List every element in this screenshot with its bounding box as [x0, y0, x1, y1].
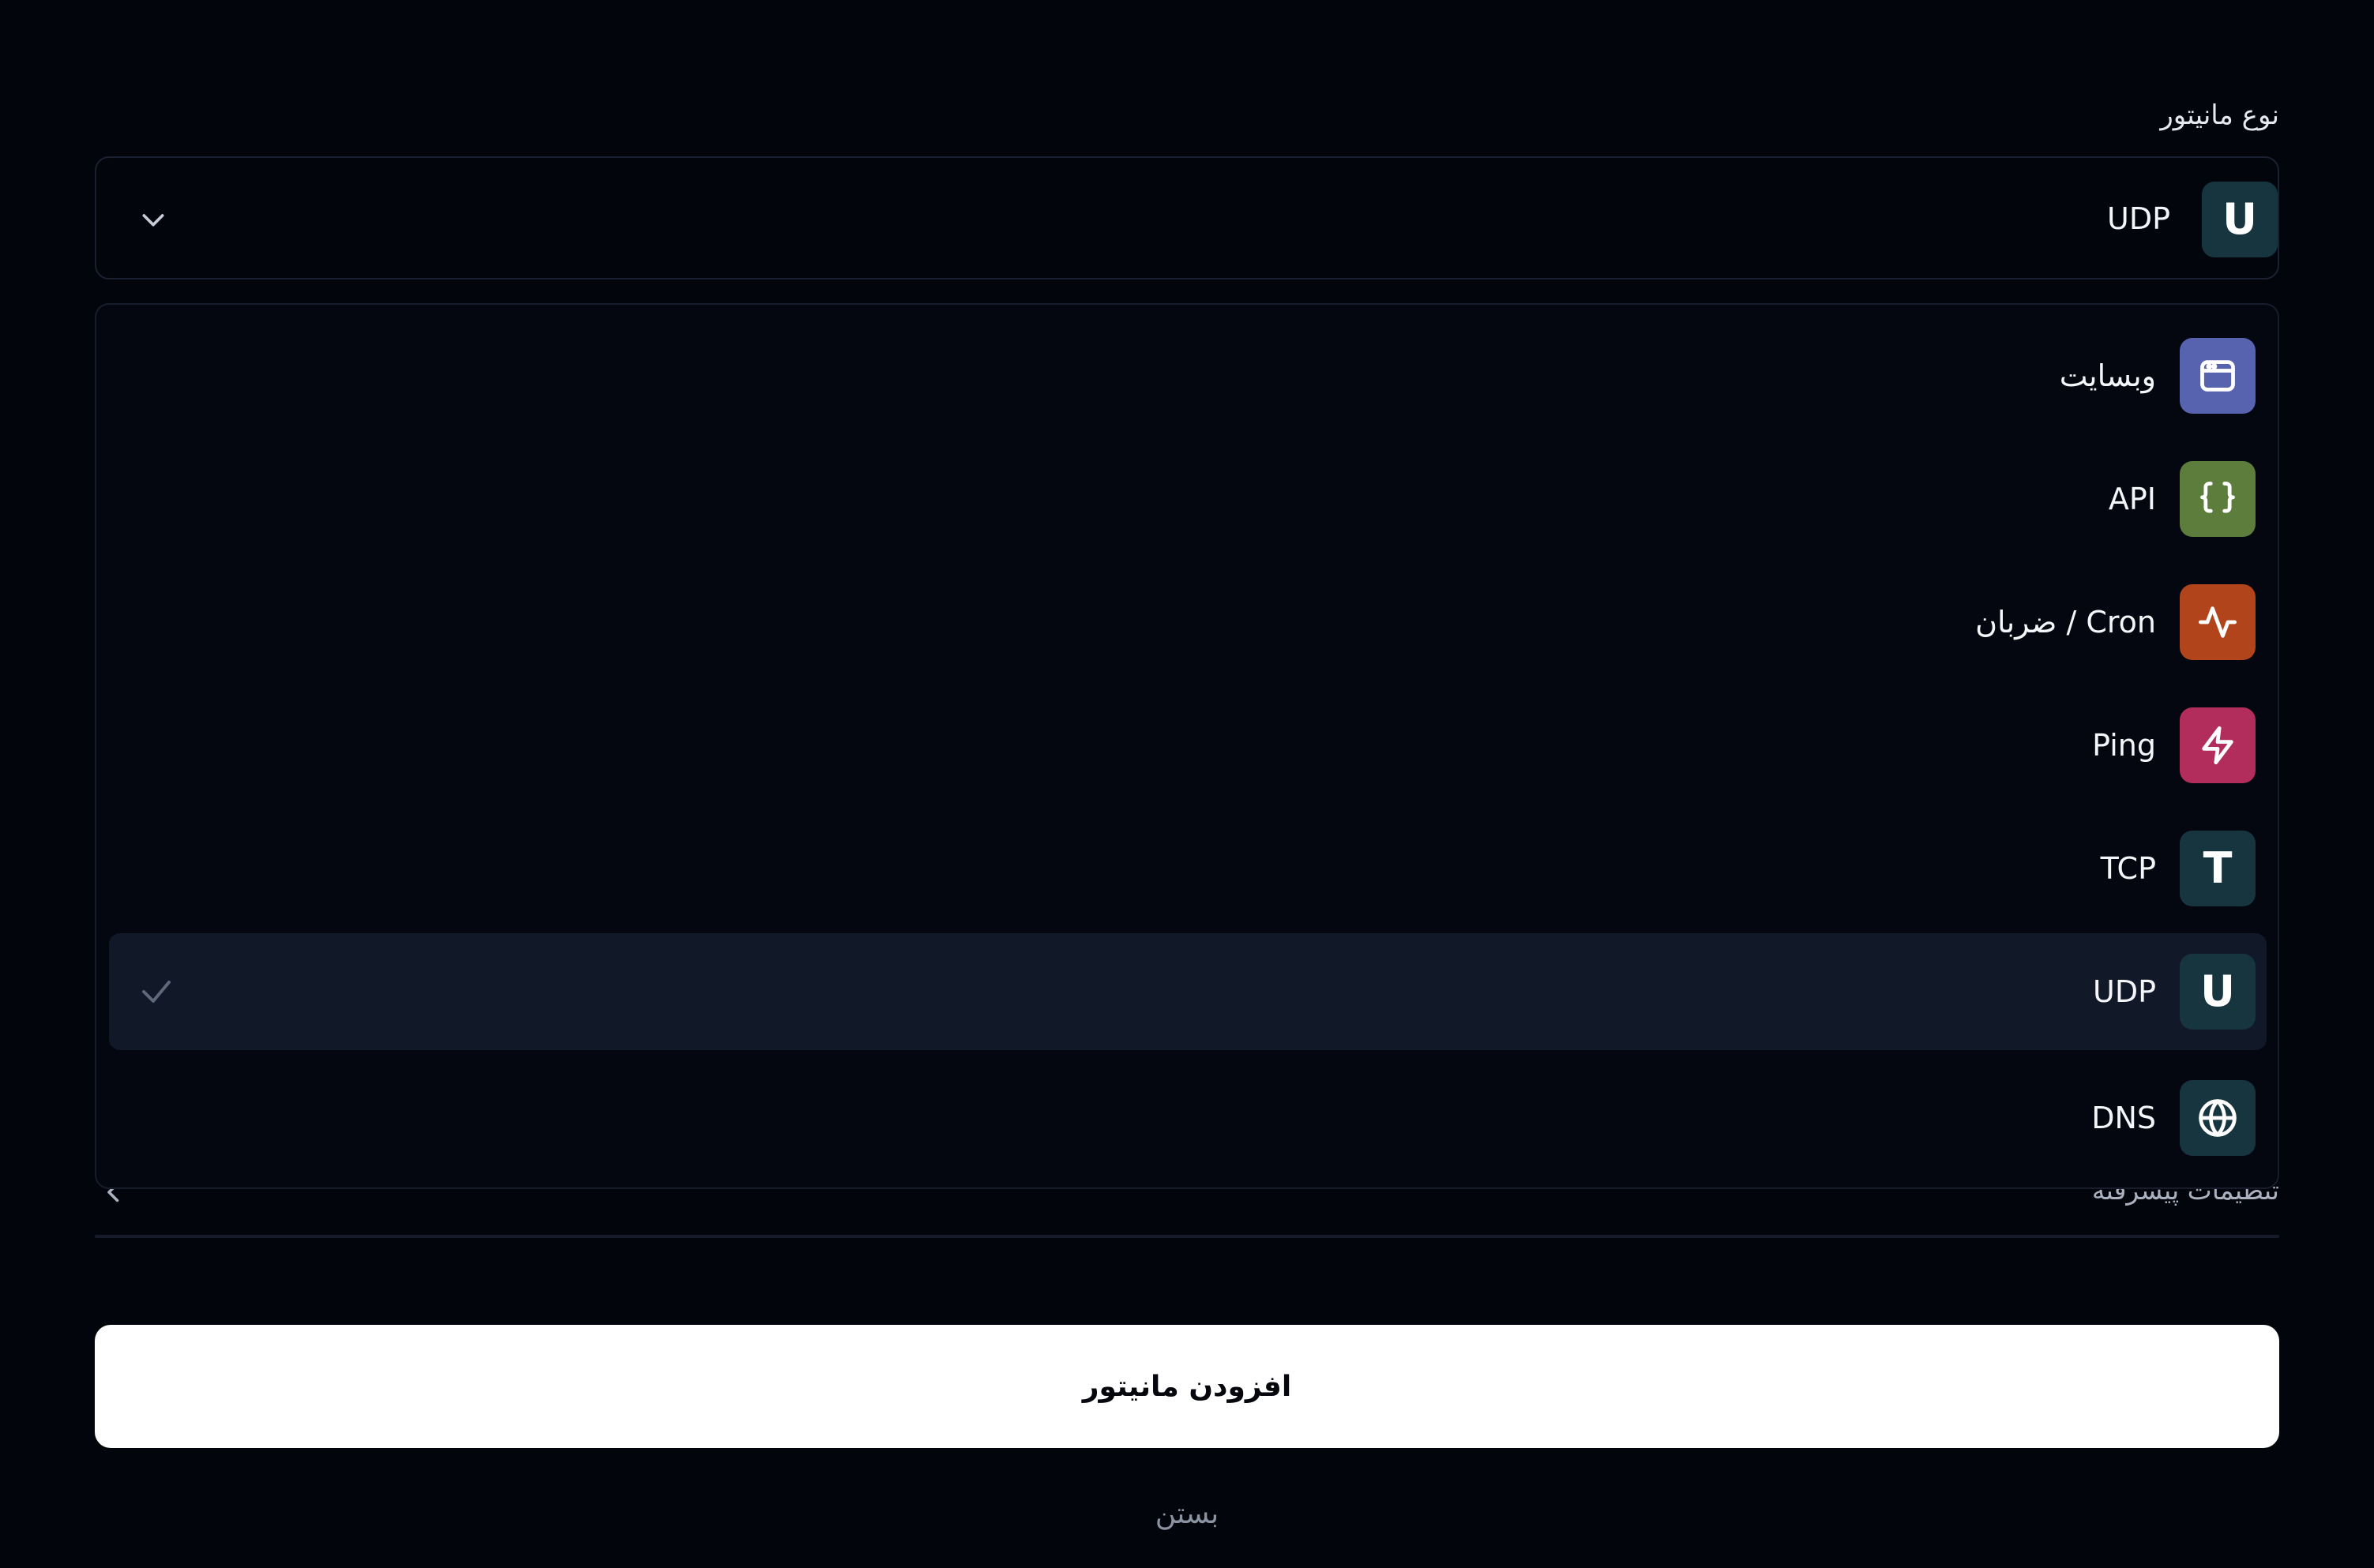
option-dns[interactable]: DNS [109, 1060, 2267, 1176]
option-api[interactable]: API [109, 441, 2267, 557]
section-divider [95, 1235, 2279, 1238]
letter-t-icon: T [2180, 831, 2256, 906]
option-label: TCP [2100, 851, 2156, 886]
letter-u-icon: U [2180, 954, 2256, 1030]
letter-t-glyph: T [2203, 843, 2233, 893]
monitor-type-dropdown: وبسایت API Cron / ضربان Ping T TCP U UDP… [95, 303, 2279, 1189]
option-label: Ping [2092, 728, 2156, 763]
option-label: API [2108, 482, 2156, 516]
activity-pulse-icon [2180, 584, 2256, 660]
check-icon [137, 973, 175, 1011]
lightning-bolt-icon [2180, 707, 2256, 783]
option-label: DNS [2091, 1101, 2156, 1135]
option-ping[interactable]: Ping [109, 687, 2267, 804]
option-label: UDP [2093, 974, 2156, 1009]
curly-braces-icon [2180, 461, 2256, 537]
option-label: وبسایت [2059, 358, 2156, 393]
option-cron-heartbeat[interactable]: Cron / ضربان [109, 564, 2267, 681]
udp-icon: U [2202, 182, 2278, 257]
letter-u-glyph: U [2200, 966, 2235, 1016]
monitor-type-label: نوع مانیتور [2160, 99, 2279, 131]
globe-icon [2180, 1080, 2256, 1156]
option-udp[interactable]: U UDP [109, 933, 2267, 1050]
add-monitor-button[interactable]: افزودن مانیتور [95, 1325, 2279, 1448]
option-website[interactable]: وبسایت [109, 317, 2267, 434]
option-label: Cron / ضربان [1975, 605, 2156, 640]
browser-window-icon [2180, 338, 2256, 414]
monitor-type-select[interactable]: U UDP [95, 156, 2279, 279]
udp-icon-letter: U [2222, 194, 2257, 244]
add-monitor-page: نوع مانیتور U UDP تنظیمات پیشرفته وبسایت… [0, 0, 2374, 1568]
chevron-down-icon[interactable] [130, 196, 177, 243]
option-tcp[interactable]: T TCP [109, 810, 2267, 927]
selected-monitor-type: UDP [2107, 201, 2170, 236]
close-button[interactable]: بستن [0, 1495, 2374, 1533]
